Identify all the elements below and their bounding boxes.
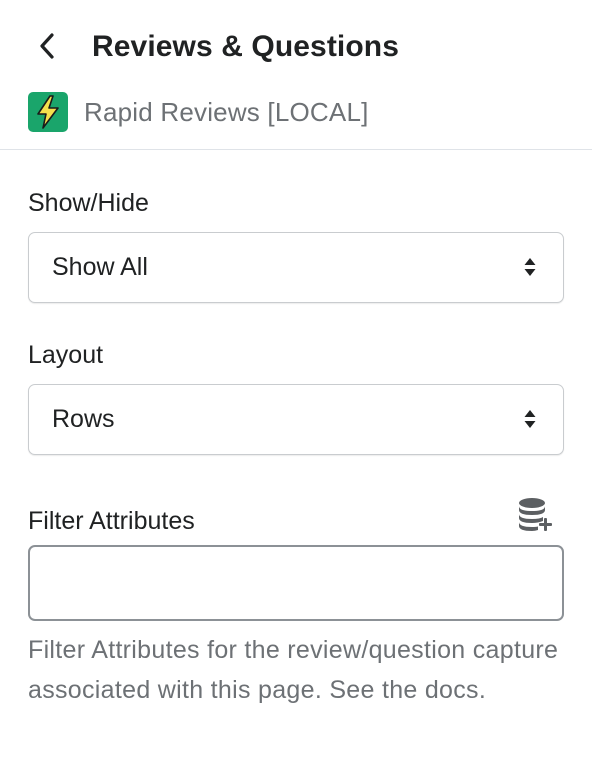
filter-attributes-label: Filter Attributes <box>28 507 195 535</box>
filter-attributes-help-text: Filter Attributes for the review/questio… <box>28 636 559 704</box>
app-logo <box>28 92 68 132</box>
app-info: Rapid Reviews [LOCAL] <box>28 92 369 132</box>
database-add-icon <box>519 498 552 531</box>
lightning-bolt-icon <box>37 95 59 129</box>
select-arrows-icon <box>524 410 536 428</box>
layout-select[interactable]: Rows <box>28 384 564 455</box>
show-hide-selected-value: Show All <box>52 253 148 281</box>
back-button[interactable] <box>30 28 64 64</box>
layout-selected-value: Rows <box>52 405 115 433</box>
layout-label: Layout <box>28 341 104 369</box>
page-header: Reviews & Questions Rapid Reviews [LOCAL… <box>0 0 592 150</box>
chevron-left-icon <box>40 33 54 59</box>
page-title: Reviews & Questions <box>92 30 399 63</box>
show-hide-label: Show/Hide <box>28 189 149 217</box>
show-hide-select[interactable]: Show All <box>28 232 564 303</box>
database-add-button[interactable] <box>516 497 554 533</box>
filter-attributes-input[interactable] <box>28 545 564 621</box>
select-arrows-icon <box>524 258 536 276</box>
app-name: Rapid Reviews [LOCAL] <box>84 96 369 127</box>
